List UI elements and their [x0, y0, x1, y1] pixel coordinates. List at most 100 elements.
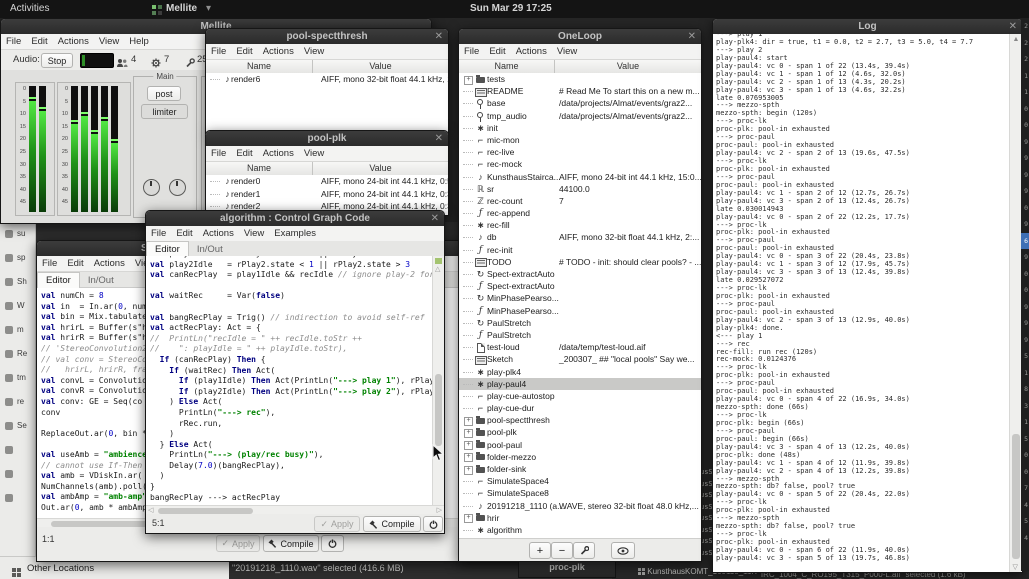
tree-item-sketch[interactable]: Sketch_200307_ ## "local pools" Say we..… [459, 353, 701, 365]
pool-spectthresh-titlebar[interactable]: pool-spectthresh✕ [206, 29, 448, 44]
close-icon[interactable]: ✕ [688, 29, 696, 44]
tree-item-tmp-audio[interactable]: tmp_audio/data/projects/Almat/events/gra… [459, 110, 701, 122]
places-sidebar-item[interactable] [0, 462, 35, 486]
tree-item-minphasepearso-[interactable]: ƒMinPhasePearso... [459, 305, 701, 317]
tree-item-rec-append[interactable]: ƒrec-append [459, 207, 701, 219]
table-row[interactable]: ♪render0AIFF, mono 24-bit int 44.1 kHz, … [206, 175, 448, 188]
expander-icon[interactable]: + [464, 514, 473, 523]
menu-edit[interactable]: Edit [236, 46, 252, 57]
tree-item-spect-extractauto[interactable]: ƒSpect-extractAuto [459, 280, 701, 292]
column-header-name[interactable]: Name [206, 60, 313, 73]
tree-item-play-plk4[interactable]: ∗play-plk4 [459, 366, 701, 378]
expander-icon[interactable]: + [464, 466, 473, 475]
places-sidebar-item[interactable]: su [0, 222, 35, 246]
tree-item-pool-plk[interactable]: +pool-plk [459, 426, 701, 438]
column-header-value[interactable]: Value [313, 162, 448, 175]
clock[interactable]: Sun Mar 29 17:25 [470, 0, 552, 18]
table-row[interactable]: ♪render6AIFF, mono 32-bit float 44.1 kHz… [206, 73, 448, 86]
tree-item-rec-mock[interactable]: ⌐rec-mock [459, 158, 701, 170]
places-sidebar-item[interactable]: sp [0, 246, 35, 270]
tree-item-todo[interactable]: TODO# TODO - init: should clear pools? -… [459, 256, 701, 268]
places-sidebar-item[interactable] [0, 486, 35, 510]
places-sidebar-item[interactable]: Sh [0, 270, 35, 294]
menu-view[interactable]: View [304, 46, 324, 57]
menu-file[interactable]: File [151, 228, 166, 239]
edit-object-button[interactable] [573, 542, 595, 559]
sim-power-button[interactable] [321, 535, 344, 552]
places-sidebar-item[interactable]: re [0, 390, 35, 414]
compile-button[interactable]: Compile [363, 516, 421, 532]
tree-item-pool-paul[interactable]: +pool-paul [459, 439, 701, 451]
menu-actions[interactable]: Actions [263, 46, 294, 57]
expander-icon[interactable]: + [464, 429, 473, 438]
close-icon[interactable]: ✕ [1009, 19, 1017, 34]
places-sidebar-item[interactable]: m [0, 318, 35, 342]
menu-edit[interactable]: Edit [236, 148, 252, 159]
tree-item-simulatespace8[interactable]: ⌐SimulateSpace8 [459, 487, 701, 499]
tree-item-db[interactable]: ♪dbAIFF, mono 32-bit float 44.1 kHz, 2:.… [459, 231, 701, 243]
app-menu[interactable]: Mellite [166, 0, 197, 18]
tree-item-sr[interactable]: ℝsr44100.0 [459, 183, 701, 195]
tree-item-rec-init[interactable]: ƒrec-init [459, 244, 701, 256]
menu-examples[interactable]: Examples [274, 228, 316, 239]
menu-edit[interactable]: Edit [67, 258, 83, 269]
menu-file[interactable]: File [211, 46, 226, 57]
tab-editor[interactable]: Editor [37, 272, 80, 288]
menu-edit[interactable]: Edit [176, 228, 192, 239]
menu-actions[interactable]: Actions [203, 228, 234, 239]
activities-button[interactable]: Activities [10, 0, 49, 18]
expander-icon[interactable]: + [464, 453, 473, 462]
tree-item-20191218-1110-a-[interactable]: ♪20191218_1110 (a...WAVE, stereo 32-bit … [459, 500, 701, 512]
log-output[interactable]: ---> play 1play-plk4: dir = true, t1 = 0… [713, 34, 1010, 572]
table-row[interactable]: ♪render1AIFF, mono 24-bit int 44.1 kHz, … [206, 188, 448, 201]
tree-item-pool-spectthresh[interactable]: +pool-spectthresh [459, 414, 701, 426]
menu-view[interactable]: View [304, 148, 324, 159]
post-button[interactable]: post [147, 86, 181, 101]
places-sidebar-item[interactable]: Se [0, 414, 35, 438]
gain-knob[interactable] [143, 179, 160, 196]
tree-item-mic-mon[interactable]: ⌐mic-mon [459, 134, 701, 146]
menu-actions[interactable]: Actions [263, 148, 294, 159]
algorithm-titlebar[interactable]: algorithm : Control Graph Code✕ [146, 211, 444, 226]
close-icon[interactable]: ✕ [435, 29, 443, 44]
column-header-name[interactable]: Name [459, 60, 555, 73]
tree-item-init[interactable]: ∗init [459, 122, 701, 134]
menu-file[interactable]: File [464, 46, 479, 57]
tree-item-kunsthausstairca-[interactable]: ♪KunsthausStairca...AIFF, mono 24-bit in… [459, 171, 701, 183]
pool-plk-titlebar[interactable]: pool-plk✕ [206, 131, 448, 146]
tree-item-folder-sink[interactable]: +folder-sink [459, 463, 701, 475]
tree-item-rec-live[interactable]: ⌐rec-live [459, 146, 701, 158]
menu-edit[interactable]: Edit [489, 46, 505, 57]
limiter-knob[interactable] [169, 179, 186, 196]
tree-item-test-loud[interactable]: test-loud/data/temp/test-loud.aif [459, 341, 701, 353]
close-icon[interactable]: ✕ [435, 131, 443, 146]
tree-item-spect-extractauto[interactable]: ↻Spect-extractAuto [459, 268, 701, 280]
apply-button[interactable]: ✓Apply [314, 516, 360, 532]
expander-icon[interactable]: + [464, 76, 473, 85]
tab-in-out[interactable]: In/Out [80, 273, 122, 288]
limiter-toggle[interactable]: limiter [141, 104, 188, 119]
menu-actions[interactable]: Actions [516, 46, 547, 57]
algorithm-code-editor[interactable]: val play1Idle = rPlay1.state < 1 || rPla… [146, 256, 433, 505]
tree-item-paulstretch[interactable]: ↻PaulStretch [459, 317, 701, 329]
places-sidebar-item[interactable] [0, 438, 35, 462]
menu-view[interactable]: View [557, 46, 577, 57]
tree-item-minphasepearso-[interactable]: ↻MinPhasePearso... [459, 292, 701, 304]
remove-object-button[interactable]: − [551, 542, 573, 559]
tree-item-algorithm[interactable]: ∗algorithm [459, 524, 701, 536]
column-header-value[interactable]: Value [555, 60, 701, 73]
column-header-name[interactable]: Name [206, 162, 313, 175]
tab-in-out[interactable]: In/Out [189, 242, 231, 257]
menu-file[interactable]: File [6, 36, 21, 47]
places-sidebar-item[interactable]: W [0, 294, 35, 318]
tree-item-play-cue-autostop[interactable]: ⌐play-cue-autostop [459, 390, 701, 402]
column-header-value[interactable]: Value [313, 60, 448, 73]
menu-help[interactable]: Help [129, 36, 149, 47]
menu-actions[interactable]: Actions [94, 258, 125, 269]
oneloop-titlebar[interactable]: OneLoop✕ [459, 29, 701, 44]
sim-compile-button[interactable]: Compile [263, 535, 319, 552]
tree-item-hrir[interactable]: +hrir [459, 512, 701, 524]
log-titlebar[interactable]: Log✕ [713, 19, 1022, 34]
places-sidebar-item[interactable]: tm [0, 366, 35, 390]
tree-item-tests[interactable]: +tests [459, 73, 701, 85]
